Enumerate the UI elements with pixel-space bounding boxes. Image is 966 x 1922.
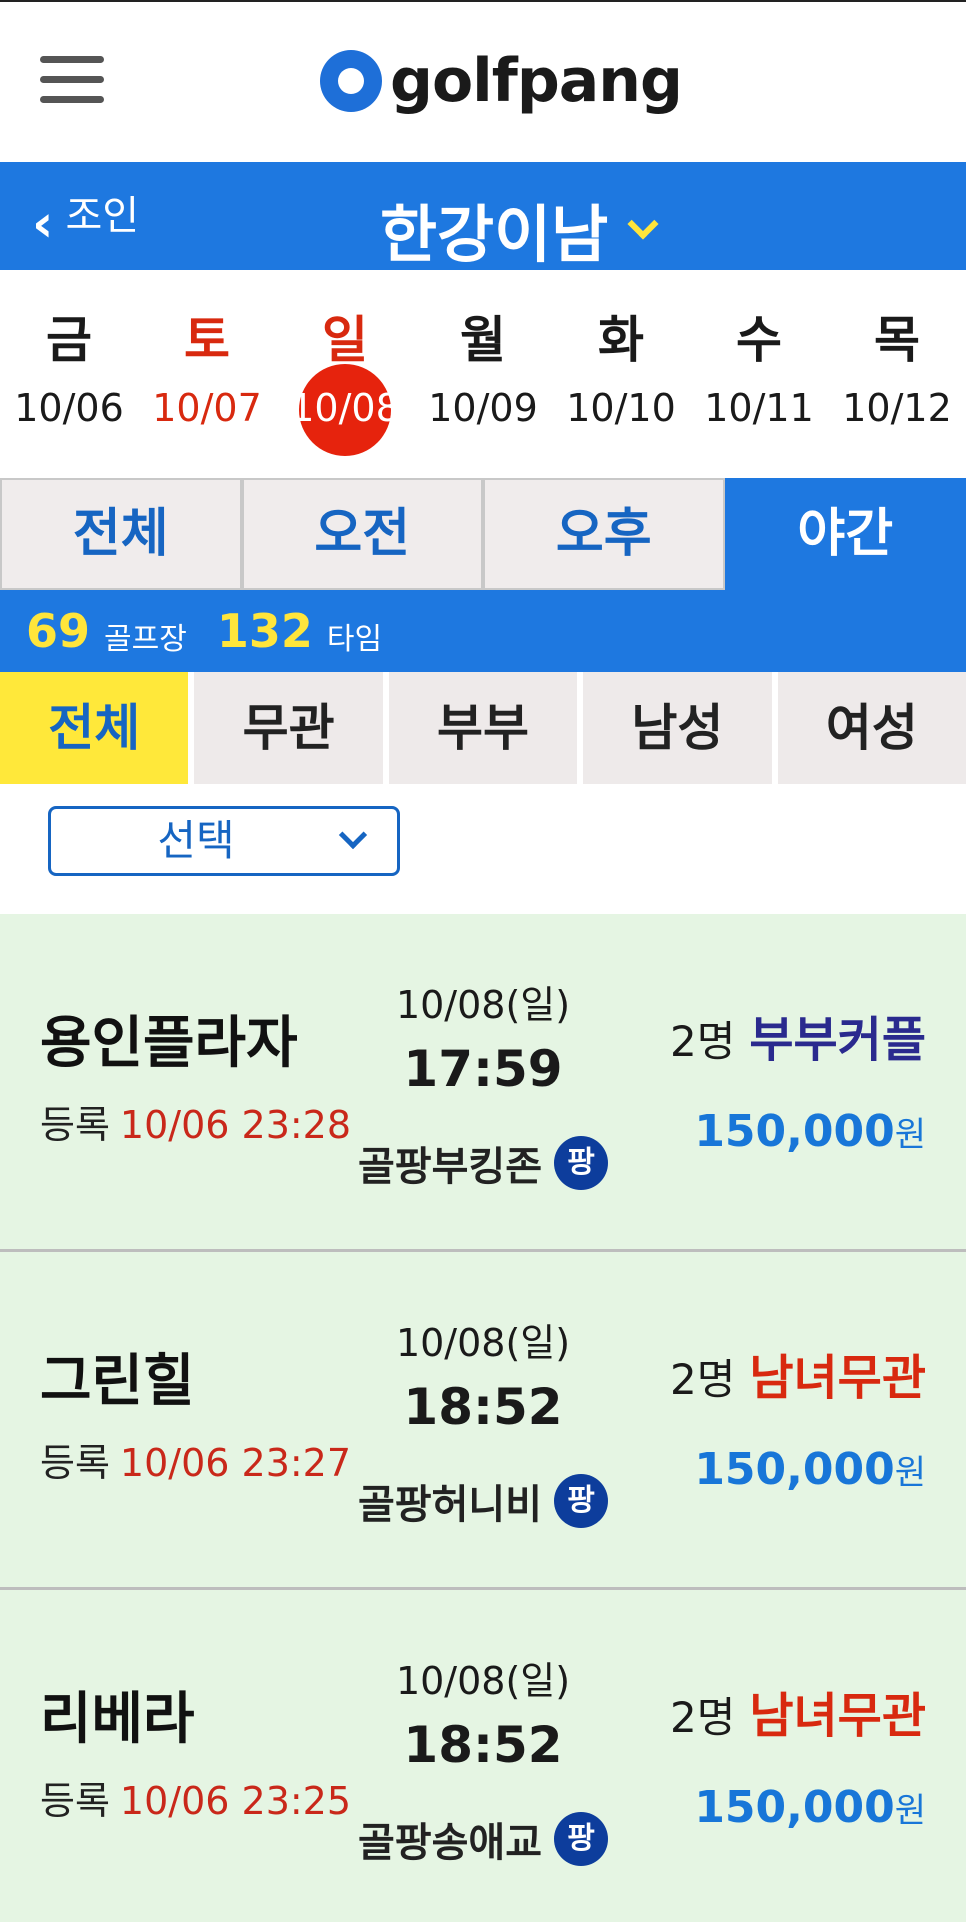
back-label: 조인 (65, 193, 140, 239)
time-tab-0[interactable]: 전체 (0, 478, 242, 590)
app-header: golfpang (0, 0, 966, 162)
course-count: 69 (26, 604, 91, 658)
course-count-label: 골프장 (104, 622, 187, 657)
time-tab-3[interactable]: 야간 (724, 478, 966, 590)
listing-item[interactable]: 용인플라자 등록 10/06 23:28 10/08(일) 17:59 골팡부킹존 팡 2명 부… (0, 914, 966, 1252)
date-cell-10-07[interactable]: 토 10/07 (138, 270, 276, 478)
date-cell-10-08[interactable]: 일 10/08 (276, 270, 414, 478)
region-name: 한강이남 (380, 198, 609, 271)
price-value: 150,000 (694, 1782, 895, 1833)
date-cell-10-11[interactable]: 수 10/11 (690, 270, 828, 478)
price-unit: 원 (894, 1791, 926, 1831)
filter-area: 선택 (0, 784, 966, 914)
price: 150,000원 (670, 1444, 926, 1495)
pang-badge-icon: 팡 (554, 1136, 608, 1190)
time-tabs: 전체 오전 오후 야간 (0, 478, 966, 590)
pang-badge-icon: 팡 (554, 1812, 608, 1866)
time-count: 132 (216, 604, 313, 658)
type-tab-2[interactable]: 부부 (388, 672, 578, 784)
people-count: 2명 (669, 1017, 736, 1066)
date-label: 10/09 (428, 386, 538, 430)
day-label: 화 (598, 311, 644, 369)
price-unit: 원 (894, 1453, 926, 1493)
time-count-label: 타임 (326, 622, 383, 657)
chevron-down-icon (627, 208, 659, 240)
day-label: 수 (736, 311, 782, 369)
date-cell-10-09[interactable]: 월 10/09 (414, 270, 552, 478)
title-bar: ‹ 조인 한강이남 (0, 162, 966, 271)
price-value: 150,000 (694, 1444, 895, 1495)
host-name: 골팡허니비 (358, 1482, 542, 1528)
filter-select[interactable]: 선택 (48, 806, 400, 876)
logo-text: golfpang (390, 46, 683, 116)
date-label: 10/07 (152, 386, 262, 430)
date-label: 10/08 (290, 386, 400, 430)
time-tab-1[interactable]: 오전 (241, 478, 483, 590)
people-count: 2명 (669, 1355, 736, 1404)
golfpang-logo[interactable]: golfpang (320, 46, 683, 116)
time-tab-2[interactable]: 오후 (483, 478, 725, 590)
listing-item[interactable]: 리베라 등록 10/06 23:25 10/08(일) 18:52 골팡송애교 팡 2명 남녀무… (0, 1590, 966, 1922)
type-tab-4[interactable]: 여성 (777, 672, 966, 784)
date-label: 10/06 (14, 386, 124, 430)
price: 150,000원 (670, 1106, 926, 1157)
date-cell-10-12[interactable]: 목 10/12 (828, 270, 966, 478)
people-count: 2명 (669, 1693, 736, 1742)
price-unit: 원 (894, 1115, 926, 1155)
price-value: 150,000 (694, 1106, 895, 1157)
type-tab-1[interactable]: 무관 (194, 672, 383, 784)
menu-icon[interactable] (40, 56, 104, 112)
day-label: 목 (874, 311, 920, 369)
host-name: 골팡송애교 (358, 1820, 542, 1866)
join-info: 2명 남녀무관 150,000원 (670, 1676, 926, 1833)
date-label: 10/12 (842, 386, 952, 430)
price: 150,000원 (670, 1782, 926, 1833)
date-label: 10/10 (566, 386, 676, 430)
join-type: 부부커플 (749, 1012, 926, 1068)
join-info: 2명 남녀무관 150,000원 (670, 1338, 926, 1495)
day-label: 월 (460, 311, 506, 369)
join-type: 남녀무관 (749, 1350, 926, 1406)
type-tabs: 전체 무관 부부 남성 여성 (0, 672, 966, 784)
join-type: 남녀무관 (749, 1688, 926, 1744)
date-label: 10/11 (704, 386, 814, 430)
day-label: 금 (46, 311, 92, 369)
type-tab-3[interactable]: 남성 (583, 672, 772, 784)
select-value: 선택 (157, 816, 235, 865)
join-info: 2명 부부커플 150,000원 (670, 1000, 926, 1157)
date-cell-10-10[interactable]: 화 10/10 (552, 270, 690, 478)
count-bar: 69 골프장 132 타임 (0, 590, 966, 672)
chevron-down-icon (338, 820, 368, 850)
chevron-left-icon: ‹ (32, 194, 54, 254)
host-name: 골팡부킹존 (358, 1144, 542, 1190)
logo-circle-icon (320, 50, 382, 112)
pang-badge-icon: 팡 (554, 1474, 608, 1528)
type-tab-0[interactable]: 전체 (0, 672, 189, 784)
listing-list: 용인플라자 등록 10/06 23:28 10/08(일) 17:59 골팡부킹존 팡 2명 부… (0, 914, 966, 1922)
region-selector[interactable]: 한강이남 (380, 184, 659, 274)
back-button[interactable]: ‹ 조인 (32, 188, 140, 254)
day-label: 토 (184, 311, 230, 369)
date-strip: 금 10/06 토 10/07 일 10/08 월 10/09 화 10/10 수 10/11 목 10/… (0, 270, 966, 478)
listing-item[interactable]: 그린힐 등록 10/06 23:27 10/08(일) 18:52 골팡허니비 팡 2명 남녀무… (0, 1252, 966, 1590)
date-cell-10-06[interactable]: 금 10/06 (0, 270, 138, 478)
